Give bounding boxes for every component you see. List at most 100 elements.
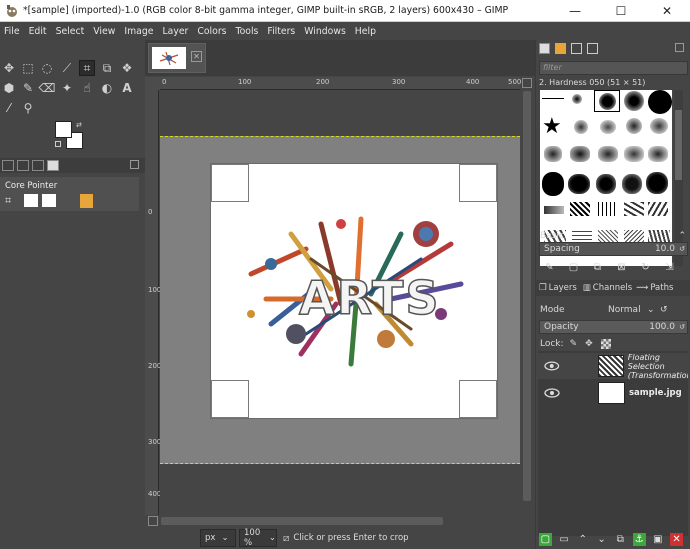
brush-preview[interactable] bbox=[650, 118, 668, 134]
brush-preview[interactable] bbox=[622, 174, 642, 194]
pointer-brush-icon[interactable] bbox=[80, 194, 93, 208]
paths-tab[interactable]: Paths bbox=[650, 283, 673, 293]
menu-view[interactable]: View bbox=[93, 26, 115, 37]
brush-preview[interactable] bbox=[544, 146, 562, 162]
brush-preview[interactable] bbox=[648, 90, 672, 114]
default-colors-icon[interactable] bbox=[55, 141, 61, 147]
brush-preview[interactable] bbox=[574, 120, 588, 134]
menu-colors[interactable]: Colors bbox=[197, 26, 226, 37]
rect-select-tool-icon[interactable]: ⬚ bbox=[20, 60, 36, 76]
brush-preview[interactable] bbox=[568, 174, 590, 194]
unified-transform-tool-icon[interactable]: ⧉ bbox=[99, 60, 115, 76]
brush-preview[interactable] bbox=[570, 202, 590, 216]
raise-layer-icon[interactable]: ⌃ bbox=[577, 533, 590, 546]
text-tool-icon[interactable]: A bbox=[119, 80, 135, 96]
tab-close-icon[interactable]: ✕ bbox=[191, 51, 202, 62]
eraser-tool-icon[interactable]: ⌫ bbox=[39, 80, 56, 96]
brushes-tab-icon[interactable] bbox=[539, 43, 550, 54]
spacing-slider[interactable]: Spacing 10.0 ↺ bbox=[539, 242, 688, 256]
vertical-ruler[interactable]: 0 100 200 300 400 bbox=[145, 90, 161, 515]
paintbrush-tool-icon[interactable]: ✎ bbox=[20, 80, 36, 96]
menu-help[interactable]: Help bbox=[355, 26, 376, 37]
open-brush-icon[interactable]: ⇲ bbox=[664, 262, 675, 273]
minimize-button[interactable]: — bbox=[552, 0, 598, 22]
menu-edit[interactable]: Edit bbox=[29, 26, 47, 37]
brush-preview[interactable] bbox=[542, 98, 564, 99]
patterns-tab-icon[interactable] bbox=[555, 43, 566, 54]
image-tab[interactable]: ✕ bbox=[148, 43, 206, 73]
device-status-tab[interactable] bbox=[17, 160, 29, 171]
delete-layer-icon[interactable]: ✕ bbox=[670, 533, 683, 546]
unit-select[interactable]: px ⌄ bbox=[200, 529, 236, 547]
brush-preview[interactable] bbox=[570, 146, 590, 162]
menu-filters[interactable]: Filters bbox=[267, 26, 295, 37]
dodge-burn-tool-icon[interactable]: ◐ bbox=[99, 80, 115, 96]
configure-tab-icon[interactable] bbox=[675, 43, 684, 52]
move-tool-icon[interactable]: ✥ bbox=[1, 60, 17, 76]
new-layer-icon[interactable]: ▢ bbox=[539, 533, 552, 546]
fg-bg-colors[interactable]: ⇄ bbox=[55, 121, 83, 149]
color-picker-tool-icon[interactable]: ⁄ bbox=[1, 100, 17, 116]
layers-list[interactable]: Floating Selection (Transformation) samp… bbox=[538, 351, 688, 536]
layer-row-floating[interactable]: Floating Selection (Transformation) bbox=[538, 353, 688, 380]
cancel-icon[interactable]: ⧄ bbox=[283, 533, 289, 544]
menu-layer[interactable]: Layer bbox=[162, 26, 188, 37]
menu-image[interactable]: Image bbox=[124, 26, 153, 37]
vertical-scrollbar[interactable]: ⊕ bbox=[521, 77, 533, 527]
anchor-layer-icon[interactable]: ⚓ bbox=[632, 533, 646, 546]
brush-preview[interactable] bbox=[598, 146, 618, 162]
reset-icon[interactable]: ↺ bbox=[679, 245, 685, 253]
edit-brush-icon[interactable]: ✎ bbox=[544, 262, 555, 273]
brush-preview[interactable] bbox=[600, 120, 616, 134]
smudge-tool-icon[interactable]: ☝ bbox=[79, 80, 95, 96]
vertical-scroll-thumb[interactable] bbox=[523, 91, 531, 501]
layers-tab[interactable]: Layers bbox=[549, 283, 577, 293]
brush-filter-input[interactable]: filter bbox=[539, 61, 688, 75]
menu-select[interactable]: Select bbox=[56, 26, 85, 37]
swap-colors-icon[interactable]: ⇄ bbox=[76, 121, 82, 129]
zoom-tool-icon[interactable]: ⚲ bbox=[20, 100, 36, 116]
brush-preview[interactable] bbox=[572, 94, 582, 104]
brush-preview[interactable] bbox=[626, 118, 642, 134]
menu-windows[interactable]: Windows bbox=[304, 26, 346, 37]
reset-icon[interactable]: ↺ bbox=[679, 323, 685, 331]
zoom-select[interactable]: 100 % ⌄ bbox=[239, 528, 277, 548]
zoom-to-fit-icon[interactable] bbox=[522, 78, 532, 88]
warp-transform-tool-icon[interactable]: ❖ bbox=[119, 60, 135, 76]
visibility-eye-icon[interactable] bbox=[544, 360, 560, 372]
crop-area[interactable]: ARTS bbox=[210, 163, 498, 419]
bucket-fill-tool-icon[interactable]: ⬢ bbox=[1, 80, 17, 96]
star-brush-icon[interactable]: ★ bbox=[542, 116, 562, 138]
pointer-swatch-2[interactable] bbox=[42, 194, 56, 207]
horizontal-scrollbar[interactable] bbox=[145, 515, 535, 527]
fonts-tab-icon[interactable] bbox=[571, 43, 582, 54]
crop-tool-icon[interactable]: ⌗ bbox=[79, 60, 95, 76]
refresh-brushes-icon[interactable]: ↻ bbox=[640, 262, 651, 273]
menu-file[interactable]: File bbox=[4, 26, 20, 37]
brush-preview[interactable] bbox=[648, 146, 668, 162]
lock-position-icon[interactable]: ✥ bbox=[585, 339, 593, 349]
brush-preview[interactable] bbox=[542, 172, 564, 196]
duplicate-layer-icon[interactable]: ⧉ bbox=[614, 533, 627, 546]
lock-pixels-icon[interactable]: ✎ bbox=[570, 339, 578, 349]
brush-preview[interactable] bbox=[596, 174, 616, 194]
quick-mask-icon[interactable] bbox=[148, 516, 158, 526]
lower-layer-icon[interactable]: ⌄ bbox=[595, 533, 608, 546]
lock-alpha-icon[interactable] bbox=[600, 339, 611, 349]
lasso-tool-icon[interactable]: ◌ bbox=[39, 60, 55, 76]
menu-tools[interactable]: Tools bbox=[236, 26, 259, 37]
brush-preview[interactable] bbox=[646, 172, 668, 194]
horizontal-scroll-thumb[interactable] bbox=[161, 517, 443, 525]
duplicate-brush-icon[interactable]: ⧉ bbox=[592, 262, 603, 273]
new-layer-group-icon[interactable]: ▭ bbox=[558, 533, 571, 546]
brush-preview[interactable] bbox=[544, 206, 564, 214]
switch-mode-icon[interactable]: ↺ bbox=[660, 305, 668, 315]
selected-brush[interactable] bbox=[594, 90, 620, 112]
configure-tab-icon[interactable] bbox=[130, 160, 139, 169]
close-button[interactable]: ✕ bbox=[644, 0, 690, 22]
brush-preview[interactable] bbox=[648, 202, 668, 216]
fuzzy-select-tool-icon[interactable]: ⟋ bbox=[59, 60, 75, 76]
image-canvas[interactable]: ARTS bbox=[160, 90, 520, 515]
document-history-tab-icon[interactable] bbox=[587, 43, 598, 54]
layer-row-sample[interactable]: sample.jpg bbox=[538, 380, 688, 406]
